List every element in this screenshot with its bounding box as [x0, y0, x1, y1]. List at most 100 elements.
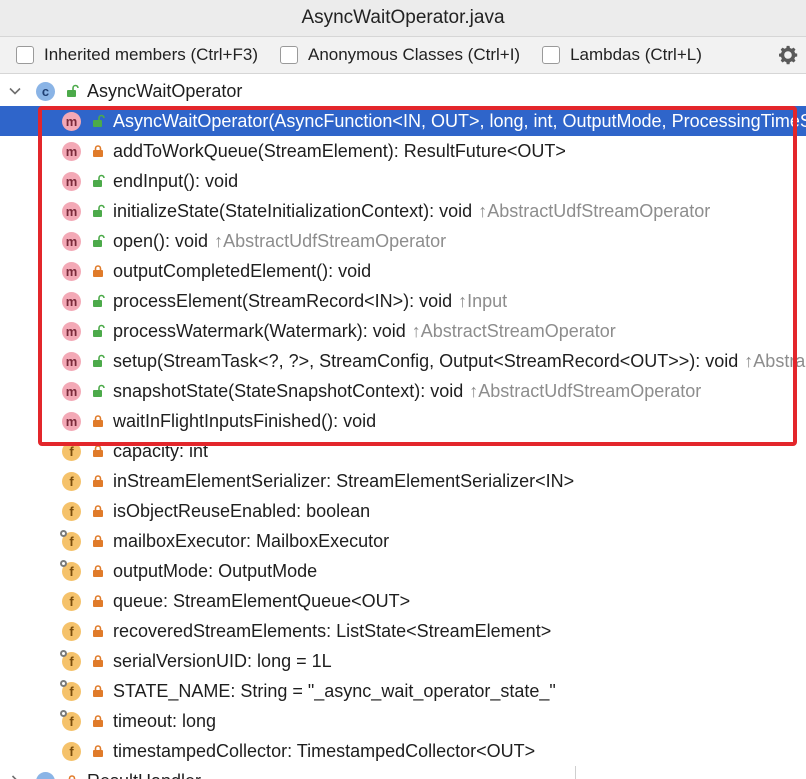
- class-name-label: AsyncWaitOperator: [87, 80, 243, 101]
- private-lock-icon: [93, 475, 103, 487]
- method-icon: m: [62, 351, 81, 371]
- field-name-label: capacity: int: [113, 440, 209, 461]
- field-icon: f: [62, 621, 81, 641]
- method-item[interactable]: m open(): void ↑AbstractUdfStreamOperator: [0, 226, 806, 256]
- method-name-label: initializeState(StateInitializationConte…: [113, 200, 473, 221]
- method-name-label: processWatermark(Watermark): void: [113, 320, 406, 341]
- field-item[interactable]: f recoveredStreamElements: ListState<Stre…: [0, 616, 806, 646]
- window-title: AsyncWaitOperator.java: [0, 0, 806, 37]
- private-lock-icon: [93, 595, 103, 607]
- private-lock-icon: [68, 775, 76, 779]
- method-icon: m: [62, 111, 81, 131]
- private-lock-icon: [93, 415, 103, 427]
- anonymous-classes-label: Anonymous Classes (Ctrl+I): [307, 45, 521, 64]
- field-icon: f: [62, 441, 81, 461]
- method-item[interactable]: m waitInFlightInputsFinished(): void: [0, 406, 806, 436]
- field-name-label: isObjectReuseEnabled: boolean: [113, 500, 371, 521]
- class-node-collapsed[interactable]: c ResultHandler: [0, 766, 806, 779]
- field-item[interactable]: f timestampedCollector: TimestampedCollec…: [0, 736, 806, 766]
- method-item[interactable]: m processElement(StreamRecord<IN>): void ↑…: [0, 286, 806, 316]
- inherited-from-label: ↑AbstractUdfStreamOperator: [478, 200, 711, 221]
- static-pin-icon: [60, 679, 67, 687]
- field-item[interactable]: f timeout: long: [0, 706, 806, 736]
- class-name-label: ResultHandler: [87, 771, 201, 779]
- divider-line: [575, 766, 576, 779]
- field-item[interactable]: f mailboxExecutor: MailboxExecutor: [0, 526, 806, 556]
- static-pin-icon: [60, 559, 67, 567]
- private-lock-icon: [93, 505, 103, 517]
- method-item[interactable]: m endInput(): void: [0, 166, 806, 196]
- public-unlock-icon: [93, 204, 105, 217]
- method-icon: m: [62, 201, 81, 221]
- field-icon: f: [60, 559, 81, 581]
- inherited-members-label: Inherited members (Ctrl+F3): [44, 45, 258, 64]
- field-name-label: timeout: long: [113, 710, 217, 731]
- private-lock-icon: [93, 625, 103, 637]
- method-item[interactable]: m addToWorkQueue(StreamElement): ResultFu…: [0, 136, 806, 166]
- private-lock-icon: [93, 535, 103, 547]
- static-pin-icon: [60, 649, 67, 657]
- method-item[interactable]: m outputCompletedElement(): void: [0, 256, 806, 286]
- private-lock-icon: [93, 715, 103, 727]
- field-icon: f: [62, 501, 81, 521]
- inherited-from-label: ↑AbstractStreamOperator: [411, 320, 616, 341]
- field-item[interactable]: f inStreamElementSerializer: StreamElemen…: [0, 466, 806, 496]
- method-name-label: addToWorkQueue(StreamElement): ResultFut…: [113, 140, 566, 161]
- method-name-label: snapshotState(StateSnapshotContext): voi…: [113, 380, 464, 401]
- field-icon: f: [62, 741, 81, 761]
- static-pin-icon: [60, 709, 67, 717]
- method-name-label: open(): void: [113, 230, 209, 251]
- inherited-from-label: ↑Input: [458, 290, 508, 311]
- field-icon: f: [60, 649, 81, 671]
- method-item[interactable]: m processWatermark(Watermark): void ↑Abstr…: [0, 316, 806, 346]
- field-icon: f: [60, 529, 81, 551]
- lambdas-option[interactable]: Lambdas (Ctrl+L): [542, 45, 702, 65]
- field-icon: f: [62, 591, 81, 611]
- inherited-members-option[interactable]: Inherited members (Ctrl+F3): [16, 45, 258, 65]
- method-item[interactable]: m initializeState(StateInitializationCont…: [0, 196, 806, 226]
- private-lock-icon: [93, 745, 103, 757]
- field-name-label: serialVersionUID: long = 1L: [113, 650, 332, 671]
- public-unlock-icon: [93, 324, 105, 337]
- field-item[interactable]: f queue: StreamElementQueue<OUT>: [0, 586, 806, 616]
- public-unlock-icon: [67, 84, 79, 97]
- structure-tree: c AsyncWaitOperator m AsyncWaitOperator(Asy…: [0, 74, 806, 779]
- field-icon: f: [60, 679, 81, 701]
- public-unlock-icon: [93, 234, 105, 247]
- static-pin-icon: [60, 529, 67, 537]
- private-lock-icon: [93, 265, 103, 277]
- public-unlock-icon: [93, 114, 105, 127]
- method-name-label: setup(StreamTask<?, ?>, StreamConfig, Ou…: [113, 350, 739, 371]
- public-unlock-icon: [93, 384, 105, 397]
- private-lock-icon: [93, 565, 103, 577]
- lambdas-checkbox[interactable]: [542, 46, 561, 64]
- class-node[interactable]: c AsyncWaitOperator: [0, 76, 806, 106]
- field-name-label: STATE_NAME: String = "_async_wait_operat…: [113, 680, 556, 701]
- method-name-label: processElement(StreamRecord<IN>): void: [113, 290, 453, 311]
- method-item[interactable]: m AsyncWaitOperator(AsyncFunction<IN, OUT…: [0, 106, 806, 136]
- gear-icon[interactable]: [776, 43, 800, 67]
- field-name-label: queue: StreamElementQueue<OUT>: [113, 590, 411, 611]
- method-item[interactable]: m snapshotState(StateSnapshotContext): vo…: [0, 376, 806, 406]
- method-item[interactable]: m setup(StreamTask<?, ?>, StreamConfig, O…: [0, 346, 806, 376]
- chevron-down-icon[interactable]: [8, 84, 22, 98]
- anonymous-classes-option[interactable]: Anonymous Classes (Ctrl+I): [279, 45, 521, 65]
- field-name-label: timestampedCollector: TimestampedCollect…: [113, 740, 536, 761]
- private-lock-icon: [93, 655, 103, 667]
- field-item[interactable]: f serialVersionUID: long = 1L: [0, 646, 806, 676]
- method-icon: m: [62, 141, 81, 161]
- inherited-from-label: ↑AbstractUdfStreamOperator: [214, 230, 447, 251]
- inherited-members-checkbox[interactable]: [16, 46, 34, 64]
- method-icon: m: [62, 381, 81, 401]
- field-icon: f: [60, 709, 81, 731]
- field-name-label: mailboxExecutor: MailboxExecutor: [113, 530, 390, 551]
- field-item[interactable]: f STATE_NAME: String = "_async_wait_opera…: [0, 676, 806, 706]
- field-item[interactable]: f capacity: int: [0, 436, 806, 466]
- anonymous-classes-checkbox[interactable]: [279, 46, 298, 64]
- field-item[interactable]: f outputMode: OutputMode: [0, 556, 806, 586]
- method-name-label: AsyncWaitOperator(AsyncFunction<IN, OUT>…: [113, 110, 806, 131]
- chevron-right-icon[interactable]: [8, 774, 22, 779]
- field-item[interactable]: f isObjectReuseEnabled: boolean: [0, 496, 806, 526]
- class-icon: c: [36, 771, 55, 779]
- field-name-label: inStreamElementSerializer: StreamElement…: [113, 470, 575, 491]
